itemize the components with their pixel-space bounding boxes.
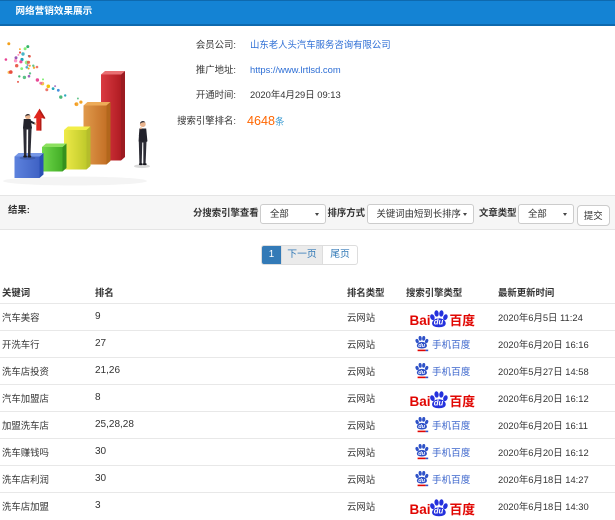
svg-text:手机百度: 手机百度 [432, 444, 471, 458]
svg-text:手机百度: 手机百度 [432, 363, 471, 377]
svg-text:du: du [418, 424, 425, 430]
svg-text:du: du [433, 399, 443, 408]
svg-text:手机百度: 手机百度 [432, 417, 471, 431]
svg-text:du: du [433, 507, 443, 516]
svg-text:Bai: Bai [410, 394, 431, 409]
svg-text:du: du [418, 451, 425, 457]
svg-text:手机百度: 手机百度 [432, 471, 471, 485]
svg-text:du: du [418, 370, 425, 376]
svg-text:手机百度: 手机百度 [432, 336, 471, 350]
svg-text:Bai: Bai [410, 502, 431, 517]
svg-text:百度: 百度 [449, 310, 475, 328]
svg-text:Bai: Bai [410, 313, 431, 328]
svg-text:百度: 百度 [449, 391, 475, 409]
svg-text:du: du [418, 478, 425, 484]
svg-text:du: du [418, 343, 425, 349]
svg-text:百度: 百度 [449, 499, 475, 517]
svg-text:du: du [433, 318, 443, 327]
